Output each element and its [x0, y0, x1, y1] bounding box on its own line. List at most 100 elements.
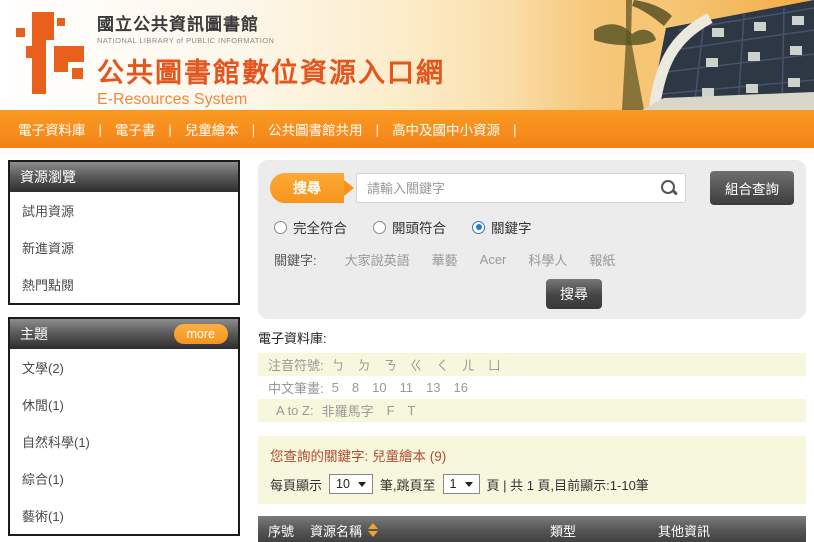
sidebar-subject-title-label: 主題 — [20, 324, 48, 344]
nav-separator: | — [252, 122, 255, 137]
radio-exact-match[interactable]: 完全符合 — [274, 217, 347, 237]
keyword-link[interactable]: 科學人 — [528, 250, 567, 269]
atoz-label: A to Z: — [276, 403, 314, 418]
nav-separator: | — [168, 122, 171, 137]
strokes-index-row: 中文筆畫: 5 8 10 11 13 16 — [258, 376, 806, 399]
radio-circle-icon[interactable] — [274, 221, 287, 234]
query-result-text: 您查詢的關鍵字: 兒童繪本 (9) — [270, 445, 794, 465]
library-building-photo — [514, 0, 814, 110]
chevron-down-icon — [465, 482, 473, 487]
sidebar-item-literature[interactable]: 文學(2) — [10, 349, 238, 386]
atoz-item[interactable]: F — [387, 403, 395, 418]
col-header-type: 類型 — [550, 521, 658, 540]
result-summary-box: 您查詢的關鍵字: 兒童繪本 (9) 每頁顯示 10 筆,跳頁至 1 頁 | 共 … — [258, 436, 806, 504]
keyword-link[interactable]: Acer — [480, 252, 507, 267]
radio-begins-label: 開頭符合 — [392, 217, 446, 237]
sidebar-browse-title: 資源瀏覽 — [10, 162, 238, 192]
sidebar-browse-title-label: 資源瀏覽 — [20, 167, 76, 187]
nav-item-public-shared[interactable]: 公共圖書館共用 — [268, 119, 363, 139]
pagination-bar: 每頁顯示 10 筆,跳頁至 1 頁 | 共 1 頁,目前顯示:1-10筆 — [270, 474, 794, 494]
table-header-row: 序號 資源名稱 類型 其他資訊 — [258, 516, 806, 542]
zhuyin-letter[interactable]: ㄉ — [358, 355, 371, 374]
hot-keywords-label: 關鍵字: — [274, 250, 317, 269]
page-summary: 頁 | 共 1 頁,目前顯示:1-10筆 — [487, 475, 649, 494]
strokes-label: 中文筆畫: — [268, 378, 324, 397]
nav-item-ebooks[interactable]: 電子書 — [115, 119, 156, 139]
zhuyin-letter[interactable]: ㄩ — [488, 355, 501, 374]
chevron-down-icon — [358, 482, 366, 487]
zhuyin-letter[interactable]: ㄑ — [436, 355, 449, 374]
col-header-no: 序號 — [258, 521, 310, 540]
sidebar-item-new-resources[interactable]: 新進資源 — [10, 229, 238, 266]
col-header-info: 其他資訊 — [658, 521, 806, 540]
sidebar-item-general[interactable]: 綜合(1) — [10, 460, 238, 497]
per-page-prefix: 每頁顯示 — [270, 475, 322, 494]
stroke-count[interactable]: 5 — [332, 380, 339, 395]
radio-exact-label: 完全符合 — [293, 217, 347, 237]
database-section-label: 電子資料庫: — [258, 328, 806, 347]
nav-item-children-books[interactable]: 兒童繪本 — [185, 119, 239, 139]
sidebar-item-leisure[interactable]: 休閒(1) — [10, 386, 238, 423]
org-name-en: NATIONAL LIBRARY of PUBLIC INFORMATION — [97, 36, 445, 45]
sort-icon[interactable] — [368, 523, 378, 537]
zhuyin-letter[interactable]: ㄦ — [462, 355, 475, 374]
radio-begins-with[interactable]: 開頭符合 — [373, 217, 446, 237]
site-subtitle: E-Resources System — [97, 91, 445, 109]
per-page-select[interactable]: 10 — [329, 474, 373, 494]
keyword-link[interactable]: 報紙 — [589, 250, 615, 269]
org-name: 國立公共資訊圖書館 — [97, 10, 445, 35]
library-logo-icon — [10, 6, 94, 102]
combo-search-button[interactable]: 組合查詢 — [710, 171, 794, 205]
stroke-count[interactable]: 11 — [400, 380, 414, 395]
nav-separator: | — [99, 122, 102, 137]
search-tab[interactable]: 搜尋 — [270, 173, 344, 203]
jump-page-select[interactable]: 1 — [443, 474, 480, 494]
zhuyin-label: 注音符號: — [268, 355, 324, 374]
stroke-count[interactable]: 8 — [352, 380, 359, 395]
search-input-wrap — [356, 173, 686, 203]
search-submit-button[interactable]: 搜尋 — [546, 279, 602, 309]
radio-keyword[interactable]: 關鍵字 — [472, 217, 532, 237]
sidebar-item-art[interactable]: 藝術(1) — [10, 497, 238, 534]
per-page-value: 10 — [336, 477, 350, 491]
keyword-link[interactable]: 大家說英語 — [345, 250, 410, 269]
main-content: 搜尋 組合查詢 完全符合 開頭符合 關鍵字 — [258, 160, 806, 542]
more-button[interactable]: more — [174, 324, 228, 344]
main-nav: 電子資料庫 | 電子書 | 兒童繪本 | 公共圖書館共用 | 高中及國中小資源 … — [0, 110, 814, 148]
sidebar-item-trial-resources[interactable]: 試用資源 — [10, 192, 238, 229]
sidebar-item-popular[interactable]: 熱門點閱 — [10, 266, 238, 303]
col-header-name-label: 資源名稱 — [310, 521, 362, 540]
page-header: 國立公共資訊圖書館 NATIONAL LIBRARY of PUBLIC INF… — [0, 0, 814, 110]
zhuyin-letter[interactable]: ㄋ — [384, 355, 397, 374]
sidebar-section-browse: 資源瀏覽 試用資源 新進資源 熱門點閱 — [8, 160, 240, 305]
jump-page-value: 1 — [450, 477, 457, 491]
nav-item-school-resources[interactable]: 高中及國中小資源 — [392, 119, 500, 139]
nav-item-databases[interactable]: 電子資料庫 — [18, 119, 86, 139]
stroke-count[interactable]: 10 — [372, 380, 386, 395]
radio-circle-icon[interactable] — [472, 221, 485, 234]
sidebar-item-natural-science[interactable]: 自然科學(1) — [10, 423, 238, 460]
atoz-item[interactable]: 非羅馬字 — [322, 401, 374, 420]
zhuyin-letter[interactable]: ㄍ — [410, 355, 423, 374]
stroke-count[interactable]: 13 — [426, 380, 440, 395]
site-title: 公共圖書館數位資源入口網 — [97, 51, 445, 90]
stroke-count[interactable]: 16 — [454, 380, 468, 395]
nav-separator: | — [513, 122, 516, 137]
keyword-link[interactable]: 華藝 — [432, 250, 458, 269]
radio-keyword-label: 關鍵字 — [491, 217, 532, 237]
sidebar: 資源瀏覽 試用資源 新進資源 熱門點閱 主題 more 文學(2) 休閒(1) … — [8, 160, 240, 542]
atoz-index-row: A to Z: 非羅馬字 F T — [258, 399, 806, 422]
atoz-item[interactable]: T — [408, 403, 416, 418]
nav-separator: | — [376, 122, 379, 137]
browse-index: 注音符號: ㄅ ㄉ ㄋ ㄍ ㄑ ㄦ ㄩ 中文筆畫: 5 8 10 11 13 1… — [258, 353, 806, 422]
search-panel: 搜尋 組合查詢 完全符合 開頭符合 關鍵字 — [258, 160, 806, 319]
magnifier-icon[interactable] — [660, 179, 678, 197]
sidebar-subject-title: 主題 more — [10, 319, 238, 349]
zhuyin-letter[interactable]: ㄅ — [332, 355, 345, 374]
col-header-name: 資源名稱 — [310, 521, 550, 540]
sidebar-section-subject: 主題 more 文學(2) 休閒(1) 自然科學(1) 綜合(1) 藝術(1) — [8, 317, 240, 536]
search-input[interactable] — [356, 173, 686, 203]
zhuyin-index-row: 注音符號: ㄅ ㄉ ㄋ ㄍ ㄑ ㄦ ㄩ — [258, 353, 806, 376]
radio-circle-icon[interactable] — [373, 221, 386, 234]
results-table: 序號 資源名稱 類型 其他資訊 1 FunPark童書夢工廠 全文 電子書 — [258, 516, 806, 542]
